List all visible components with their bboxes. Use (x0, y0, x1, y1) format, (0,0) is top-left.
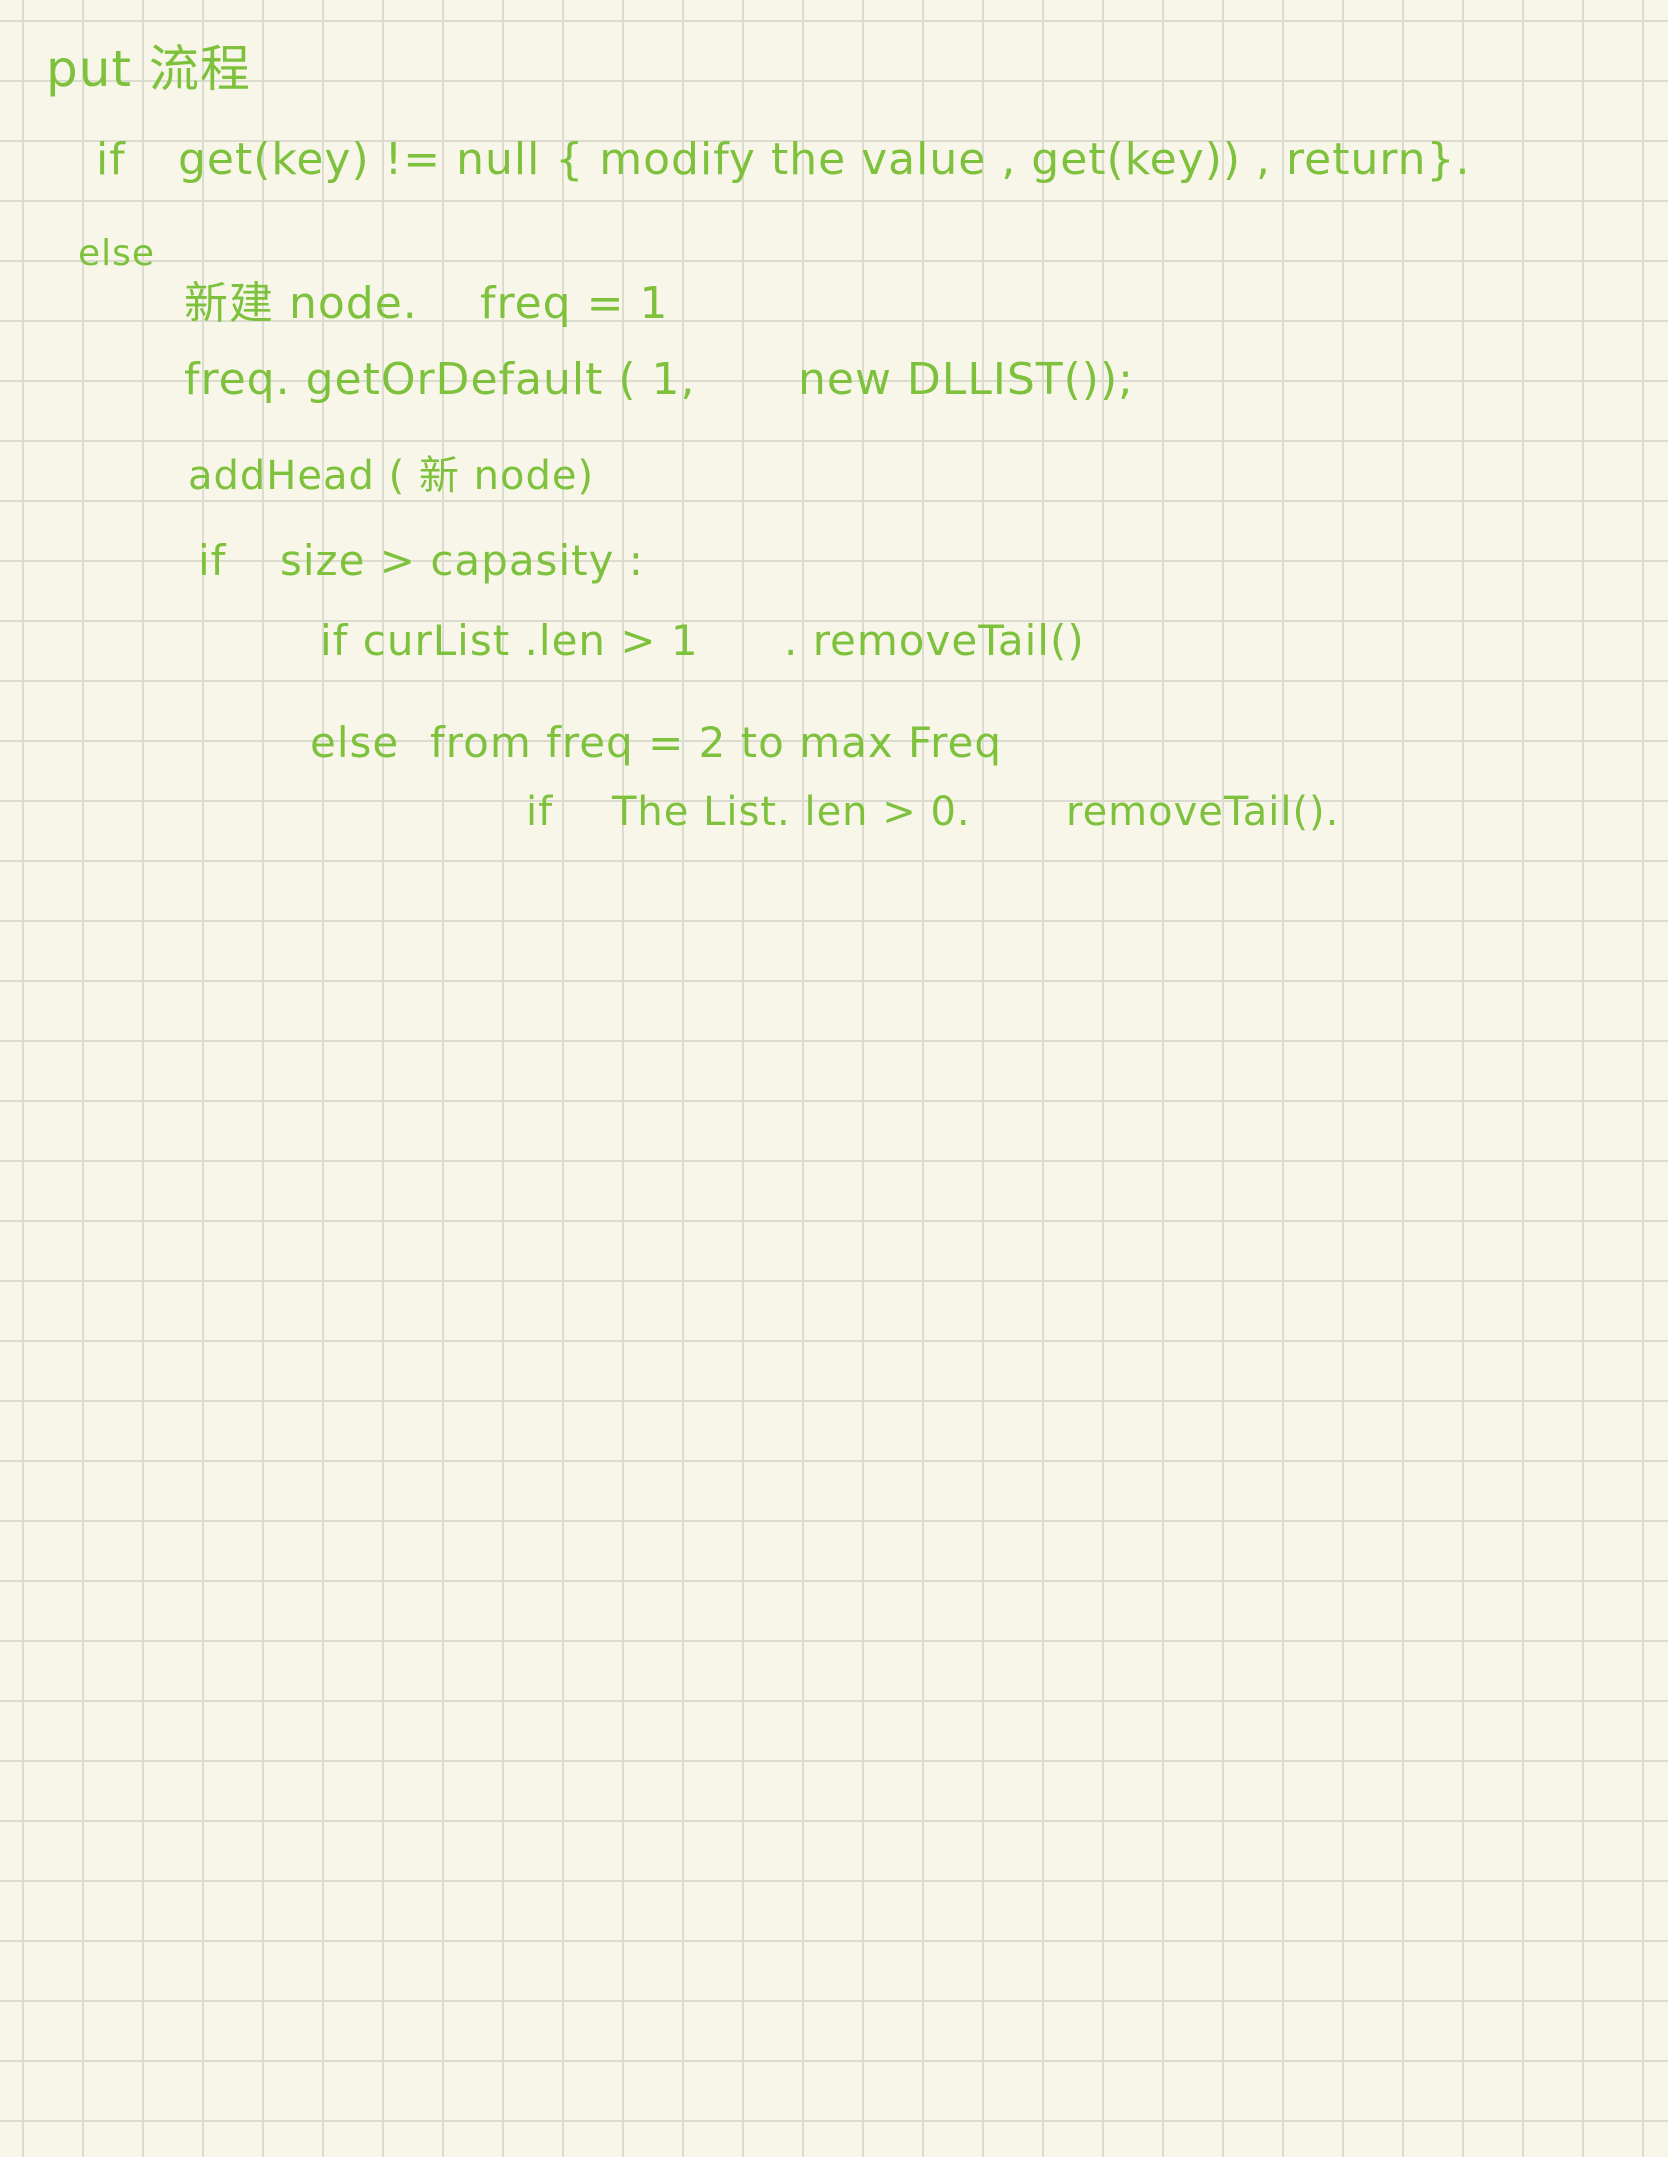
note-line-new-node: 新建 node. freq = 1 (184, 282, 684, 342)
keyword-else: else (78, 233, 156, 274)
keyword-if: if (526, 789, 554, 835)
line-text: size > capasity : (280, 536, 644, 585)
keyword-if: if (96, 134, 126, 185)
line-text: addHead ( 新 node) (188, 453, 595, 499)
note-line-if-get: if get(key) != null { modify the value ,… (96, 138, 1536, 198)
keyword-if: if (198, 536, 227, 585)
line-text: if curList .len > 1 (320, 616, 699, 665)
note-line-if-size: if size > capasity : (198, 540, 758, 600)
line-text: freq. getOrDefault ( 1, (184, 354, 696, 405)
keyword-else: else (310, 718, 400, 767)
handwritten-note-page: put 流程 if get(key) != null { modify the … (0, 0, 1668, 2157)
line-text: from freq = 2 to max Freq (430, 718, 1003, 767)
note-title: put 流程 (46, 40, 251, 98)
note-line-if-curlist: if curList .len > 1 . removeTail() (320, 620, 1120, 680)
note-line-if-thelist: if The List. len > 0. removeTail(). (526, 792, 1386, 852)
note-line-else-from: else from freq = 2 to max Freq (310, 722, 1110, 782)
line-text: freq = 1 (480, 278, 669, 329)
line-text: 新建 node. (184, 278, 418, 329)
line-text: . removeTail() (784, 616, 1085, 665)
note-line-else: else (78, 236, 155, 272)
note-line-add-head: addHead ( 新 node) (188, 456, 594, 496)
note-line-get-or-default: freq. getOrDefault ( 1, new DLLIST()); (184, 358, 1144, 418)
line-text: get(key) != null { modify the value , ge… (178, 134, 1471, 185)
line-text: new DLLIST()); (798, 354, 1134, 405)
line-text: removeTail(). (1066, 789, 1340, 835)
line-text: The List. len > 0. (612, 789, 971, 835)
